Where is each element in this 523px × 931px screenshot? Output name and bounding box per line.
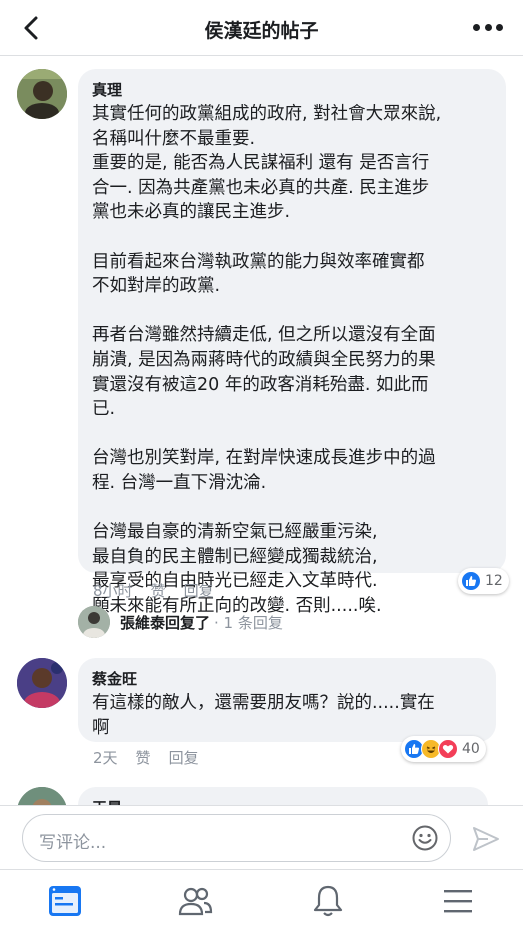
bottom-tab-bar xyxy=(0,869,523,931)
like-reaction-icon xyxy=(461,571,481,591)
page-title: 侯漢廷的帖子 xyxy=(204,20,319,42)
reaction-count: 12 xyxy=(485,573,503,589)
reaction-summary[interactable]: 12 xyxy=(458,568,509,594)
send-icon xyxy=(473,827,499,851)
reply-button[interactable]: 回复 xyxy=(169,747,199,768)
tab-menu[interactable] xyxy=(440,884,476,918)
like-button[interactable]: 赞 xyxy=(151,580,166,601)
profile-photo xyxy=(17,69,67,119)
avatar[interactable] xyxy=(17,69,67,119)
comment-text: 其實任何的政黨組成的政府, 對社會大眾來說, 名稱叫什麼不最重要. 重要的是, … xyxy=(92,104,442,616)
tab-friends[interactable] xyxy=(177,884,213,918)
comment-actions: 2天 赞 回复 xyxy=(93,747,199,768)
comment-time: 2天 xyxy=(93,749,118,767)
news-feed-icon xyxy=(49,886,81,916)
comment-time: 8小时 xyxy=(93,582,133,600)
avatar[interactable] xyxy=(17,658,67,708)
more-options-button[interactable] xyxy=(473,24,503,32)
comment-author[interactable]: 王晨 xyxy=(92,797,474,805)
reply-summary[interactable]: 張維泰回复了 · 1 条回复 xyxy=(78,605,283,639)
comment-composer: 写评论... xyxy=(0,805,523,869)
send-button[interactable] xyxy=(471,825,501,853)
reaction-summary[interactable]: 40 xyxy=(401,736,486,762)
comments-feed[interactable]: 真理 其實任何的政黨組成的政府, 對社會大眾來說, 名稱叫什麼不最重要. 重要的… xyxy=(0,57,523,805)
emoji-button[interactable] xyxy=(412,825,438,851)
comment-bubble[interactable]: 王晨 xyxy=(78,787,488,805)
notifications-icon xyxy=(313,885,343,917)
comment-actions: 8小时 赞 回复 xyxy=(93,580,214,601)
header-bar: 侯漢廷的帖子 xyxy=(0,0,523,56)
friends-icon xyxy=(178,887,213,916)
like-button[interactable]: 赞 xyxy=(136,747,151,768)
comment-bubble[interactable]: 蔡金旺 有這樣的敵人，還需要朋友嗎？說的.....實在 啊 xyxy=(78,658,496,742)
love-reaction-icon xyxy=(438,739,458,759)
tab-news-feed[interactable] xyxy=(47,884,83,918)
reaction-count: 40 xyxy=(462,741,480,757)
profile-photo xyxy=(78,606,110,638)
reply-count: · 1 条回复 xyxy=(214,613,283,632)
comment-input-placeholder: 写评论... xyxy=(39,833,107,853)
comment-author[interactable]: 蔡金旺 xyxy=(92,668,482,689)
comment-text: 有這樣的敵人，還需要朋友嗎？說的.....實在 啊 xyxy=(92,693,435,738)
avatar[interactable] xyxy=(78,606,110,638)
profile-photo xyxy=(17,658,67,708)
more-horizontal-icon xyxy=(473,24,480,31)
menu-icon xyxy=(444,890,472,913)
tab-notifications[interactable] xyxy=(310,884,346,918)
comment-bubble[interactable]: 真理 其實任何的政黨組成的政府, 對社會大眾來說, 名稱叫什麼不最重要. 重要的… xyxy=(78,69,506,616)
comment-author[interactable]: 真理 xyxy=(92,79,492,100)
emoji-icon xyxy=(412,825,438,851)
avatar[interactable] xyxy=(17,787,67,805)
profile-photo xyxy=(17,787,67,805)
reply-author-text: 張維泰回复了 xyxy=(120,613,211,632)
reply-button[interactable]: 回复 xyxy=(184,580,214,601)
comment-input[interactable]: 写评论... xyxy=(22,814,451,862)
